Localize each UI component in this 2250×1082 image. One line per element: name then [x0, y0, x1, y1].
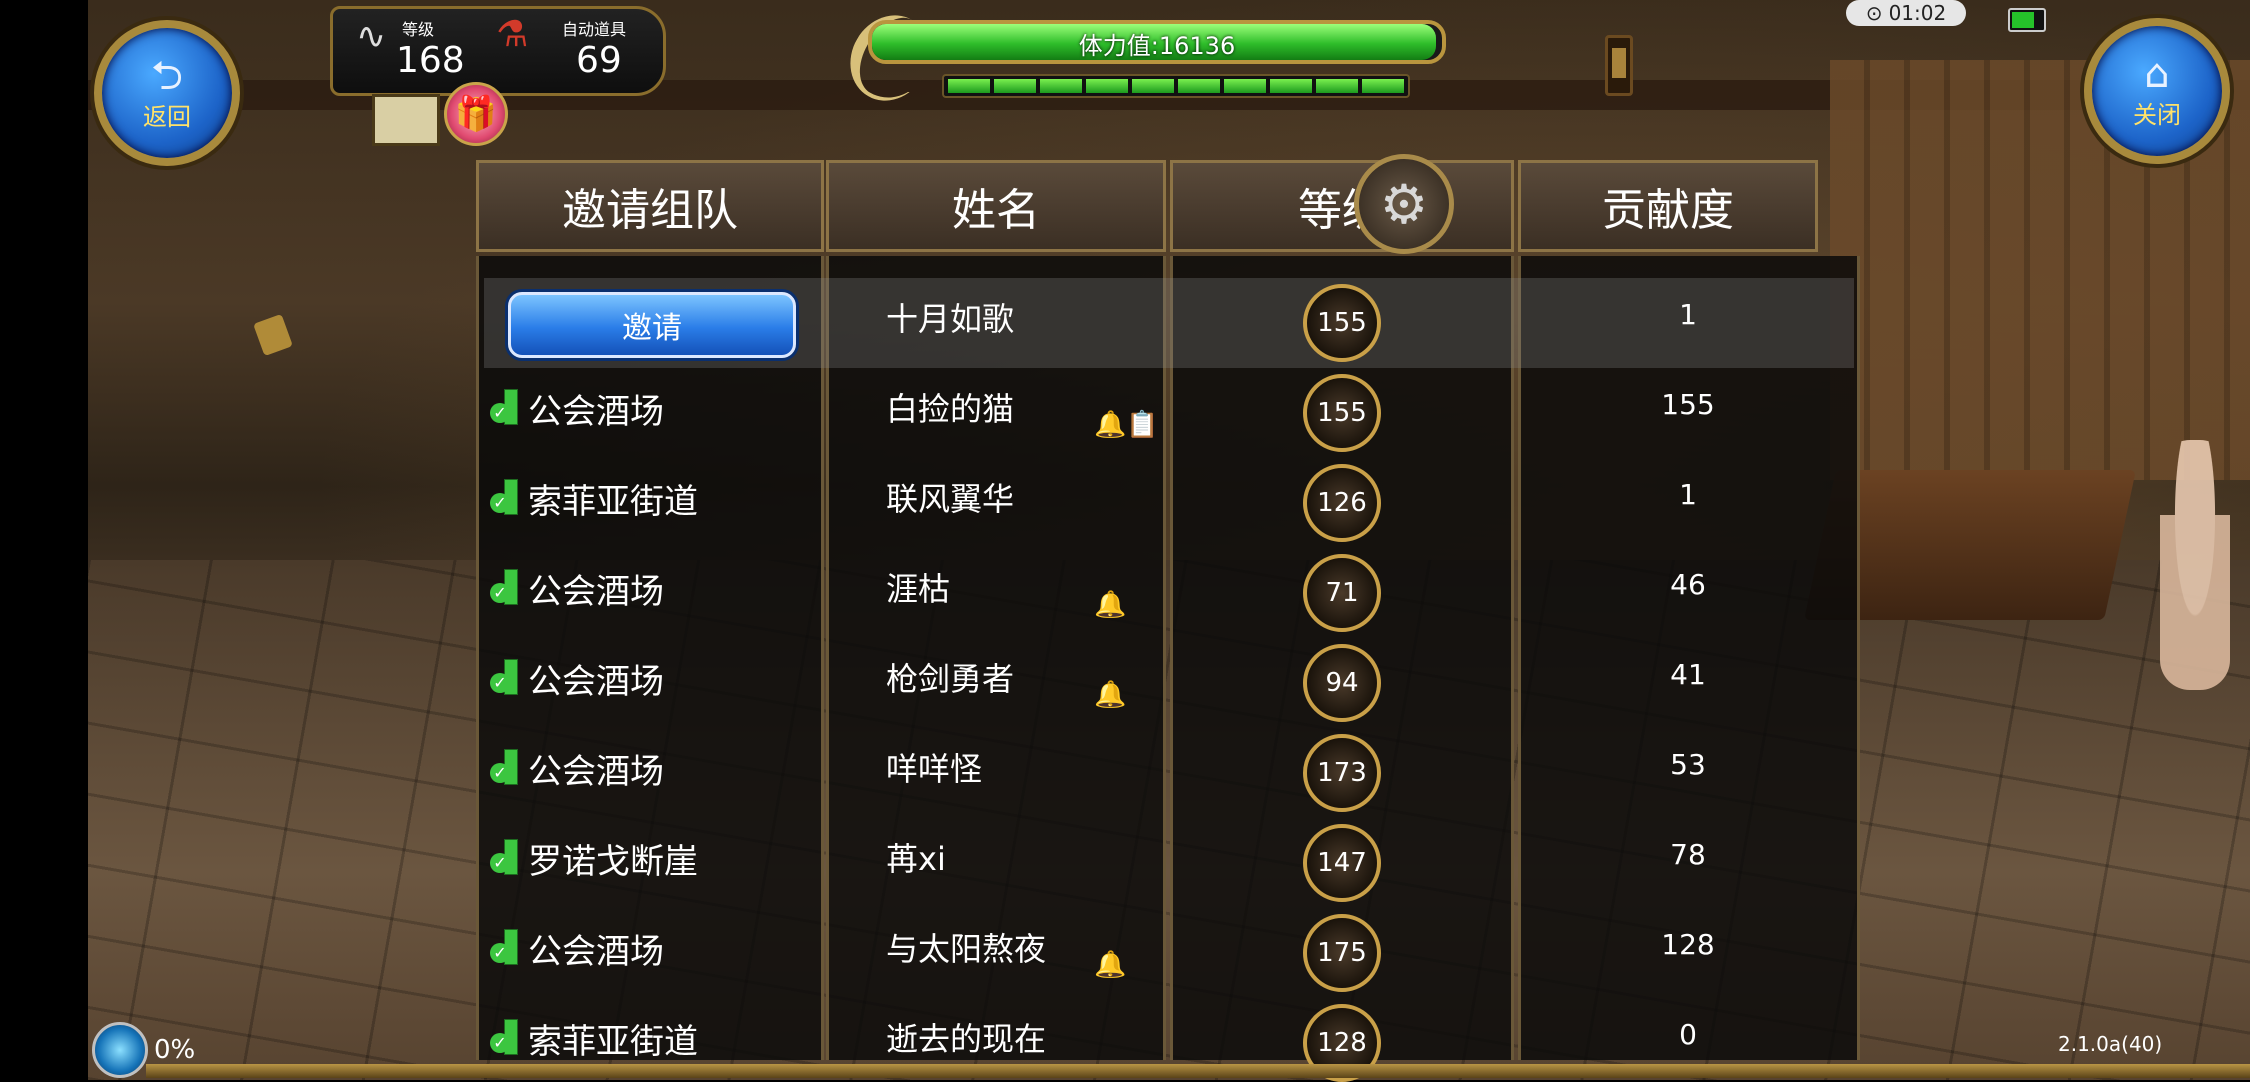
close-button[interactable]: ⌂ 关闭: [2084, 18, 2230, 164]
online-status-icon: [490, 478, 520, 519]
member-name[interactable]: 枪剑勇者: [886, 654, 1014, 700]
member-level-badge: 126: [1303, 464, 1381, 542]
member-contribution: 1: [1679, 298, 1697, 331]
back-label: 返回: [143, 102, 191, 131]
member-badges-icon: 🔔: [1094, 590, 1127, 620]
version-text: 2.1.0a(40): [2058, 1032, 2163, 1056]
clock-time: 01:02: [1888, 1, 1947, 25]
location-text: 公会酒场: [528, 752, 664, 792]
member-name[interactable]: 逝去的现在: [886, 1014, 1046, 1060]
member-contribution: 46: [1670, 568, 1706, 601]
online-status-icon: [490, 658, 520, 699]
hanging-lamp: [1605, 35, 1633, 96]
member-level-badge: 155: [1303, 284, 1381, 362]
member-contribution: 53: [1670, 748, 1706, 781]
auto-items-label: 自动道具: [562, 20, 627, 39]
online-status-icon: [490, 568, 520, 609]
gift-icon[interactable]: 🎁: [444, 82, 508, 146]
member-level-badge: 173: [1303, 734, 1381, 812]
wind-icon: ∿: [356, 16, 387, 57]
settings-gear-icon[interactable]: ⚙: [1354, 154, 1454, 254]
member-level-badge: 94: [1303, 644, 1381, 722]
member-contribution: 78: [1670, 838, 1706, 871]
header-contribution: 贡献度: [1518, 160, 1818, 252]
online-status-icon: [490, 928, 520, 969]
member-contribution: 128: [1661, 928, 1715, 961]
row-location: 索菲亚街道: [490, 474, 698, 523]
row-location: 公会酒场: [490, 564, 664, 613]
member-name[interactable]: 与太阳熬夜: [886, 924, 1046, 970]
energy-segment: [1316, 79, 1358, 93]
energy-segment: [1086, 79, 1128, 93]
energy-segment: [1270, 79, 1312, 93]
level-value: 168: [396, 40, 465, 81]
location-text: 罗诺戈断崖: [528, 842, 698, 882]
bottom-frame: [146, 1064, 2250, 1078]
online-status-icon: [490, 748, 520, 789]
energy-segment: [1178, 79, 1220, 93]
energy-segments: [942, 74, 1410, 98]
progress-text: 0%: [154, 1035, 196, 1065]
level-label: 等级: [402, 20, 435, 39]
progress-orb-icon: [92, 1022, 148, 1078]
member-name[interactable]: 苒xi: [886, 834, 946, 880]
potion-icon: ⚗: [496, 14, 529, 55]
member-level-badge: 71: [1303, 554, 1381, 632]
row-location: 索菲亚街道: [490, 1014, 698, 1063]
member-name[interactable]: 白捡的猫: [886, 384, 1014, 430]
online-status-icon: [490, 838, 520, 879]
member-level-badge: 175: [1303, 914, 1381, 992]
location-text: 公会酒场: [528, 392, 664, 432]
battery-icon: [2008, 8, 2046, 32]
close-label: 关闭: [2133, 100, 2181, 129]
location-text: 公会酒场: [528, 572, 664, 612]
member-name[interactable]: 涯枯: [886, 564, 950, 610]
member-contribution: 0: [1679, 1018, 1697, 1051]
stamina-bar: 体力值:16136: [868, 20, 1446, 64]
member-name[interactable]: 联风翼华: [886, 474, 1014, 520]
row-location: 公会酒场: [490, 384, 664, 433]
member-name[interactable]: 十月如歌: [886, 294, 1014, 340]
online-status-icon: [490, 388, 520, 429]
online-status-icon: [490, 1018, 520, 1059]
member-contribution: 155: [1661, 388, 1715, 421]
member-level-badge: 155: [1303, 374, 1381, 452]
stamina-text: 体力值:16136: [1078, 32, 1236, 60]
clock: ⊙ 01:02: [1846, 0, 1966, 26]
member-contribution: 1: [1679, 478, 1697, 511]
member-name[interactable]: 咩咩怪: [886, 744, 982, 790]
header-name: 姓名: [826, 160, 1166, 252]
header-invite: 邀请组队: [476, 160, 824, 252]
npc-character[interactable]: [2160, 440, 2230, 690]
member-badges-icon: 🔔: [1094, 950, 1127, 980]
clock-icon: ⊙: [1865, 1, 1883, 25]
auto-items-value: 69: [576, 40, 622, 81]
mail-icon[interactable]: [372, 94, 440, 146]
location-text: 公会酒场: [528, 932, 664, 972]
back-button[interactable]: ⮌ 返回: [94, 20, 240, 166]
row-location: 公会酒场: [490, 654, 664, 703]
energy-segment: [948, 79, 990, 93]
energy-segment: [1132, 79, 1174, 93]
header-level: 等级: [1170, 160, 1514, 252]
energy-segment: [994, 79, 1036, 93]
energy-segment: [1224, 79, 1266, 93]
location-text: 公会酒场: [528, 662, 664, 702]
invite-button[interactable]: 邀请: [508, 292, 796, 358]
energy-segment: [1040, 79, 1082, 93]
row-location: 罗诺戈断崖: [490, 834, 698, 883]
member-level-badge: 147: [1303, 824, 1381, 902]
member-badges-icon: 🔔: [1094, 680, 1127, 710]
member-contribution: 41: [1670, 658, 1706, 691]
location-text: 索菲亚街道: [528, 1022, 698, 1062]
back-arrow-icon: ⮌: [150, 52, 184, 99]
energy-segment: [1362, 79, 1404, 93]
home-icon: ⌂: [2144, 50, 2170, 97]
member-badges-icon: 🔔📋: [1094, 410, 1159, 440]
row-location: 公会酒场: [490, 744, 664, 793]
location-text: 索菲亚街道: [528, 482, 698, 522]
row-location: 公会酒场: [490, 924, 664, 973]
